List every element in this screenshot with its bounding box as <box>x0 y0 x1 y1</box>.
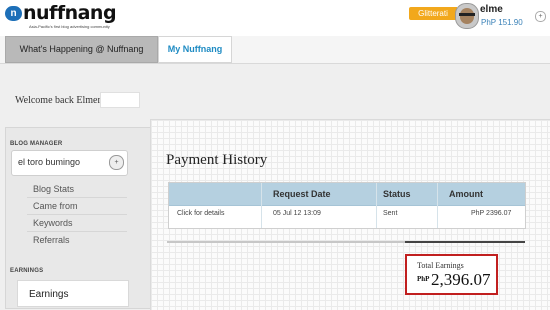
sidebar-item-keywords[interactable]: Keywords <box>33 218 73 228</box>
cell-request-date: 05 Jul 12 13:09 <box>273 210 321 217</box>
column-separator <box>261 183 262 228</box>
tab-whats-happening[interactable]: What's Happening @ Nuffnang <box>5 36 158 63</box>
avatar[interactable] <box>455 3 479 29</box>
avatar-face <box>460 8 474 24</box>
top-header: n nuffnang Asia-Pacific's first blog adv… <box>0 0 550 36</box>
earnings-heading: EARNINGS <box>10 268 44 274</box>
sidebar-item-came-from[interactable]: Came from <box>33 201 78 211</box>
user-menu-toggle-icon[interactable]: + <box>535 11 546 22</box>
cell-status: Sent <box>383 210 398 217</box>
selected-blog-name: el toro bumingo <box>18 157 81 167</box>
user-name[interactable]: elme <box>480 4 503 15</box>
avatar-glasses <box>459 13 475 16</box>
sidebar-item-referrals[interactable]: Referrals <box>33 235 70 245</box>
sidebar-item-blog-stats[interactable]: Blog Stats <box>33 184 74 194</box>
cell-click-for-details[interactable]: Click for details <box>177 210 224 217</box>
total-earnings-box: Total Earnings PhP 2,396.07 <box>405 254 498 295</box>
blog-manager-heading: BLOG MANAGER <box>10 141 63 147</box>
total-earnings-currency: PhP <box>417 275 430 283</box>
blog-select[interactable]: el toro bumingo + <box>11 150 128 176</box>
user-balance: PhP 151.90 <box>481 18 523 27</box>
table-header-request-date: Request Date <box>273 189 331 199</box>
nuffnang-logo[interactable]: n nuffnang Asia-Pacific's first blog adv… <box>5 2 125 33</box>
logo-text: nuffnang <box>23 2 117 24</box>
glitterati-badge[interactable]: Glitterati <box>409 7 457 20</box>
table-header-row: Request Date Status Amount <box>169 183 525 206</box>
sidebar-divider <box>27 197 127 198</box>
payment-history-table: Request Date Status Amount Click for det… <box>168 182 526 229</box>
sidebar-divider <box>27 231 127 232</box>
column-separator <box>437 183 438 228</box>
blog-select-arrow-icon[interactable]: + <box>109 155 124 170</box>
logo-tagline: Asia-Pacific's first blog advertising co… <box>29 24 110 29</box>
column-separator <box>376 183 377 228</box>
sidebar-divider <box>27 214 127 215</box>
logo-mark-icon: n <box>5 6 22 21</box>
table-header-status: Status <box>383 189 411 199</box>
total-earnings-label: Total Earnings <box>417 261 464 270</box>
welcome-text: Welcome back Elmer <box>15 95 101 106</box>
tab-my-nuffnang[interactable]: My Nuffnang <box>158 36 232 63</box>
welcome-area <box>0 64 550 124</box>
page-title: Payment History <box>166 152 268 168</box>
cell-amount: PhP 2396.07 <box>471 210 512 217</box>
sidebar-item-earnings-label: Earnings <box>29 289 69 300</box>
total-earnings-amount: 2,396.07 <box>431 270 491 289</box>
table-header-amount: Amount <box>449 189 483 199</box>
sidebar-item-earnings[interactable]: Earnings <box>17 280 129 307</box>
welcome-name-box <box>100 92 140 108</box>
tab-bar: What's Happening @ Nuffnang My Nuffnang <box>0 36 550 64</box>
divider-rule-accent <box>405 241 525 243</box>
